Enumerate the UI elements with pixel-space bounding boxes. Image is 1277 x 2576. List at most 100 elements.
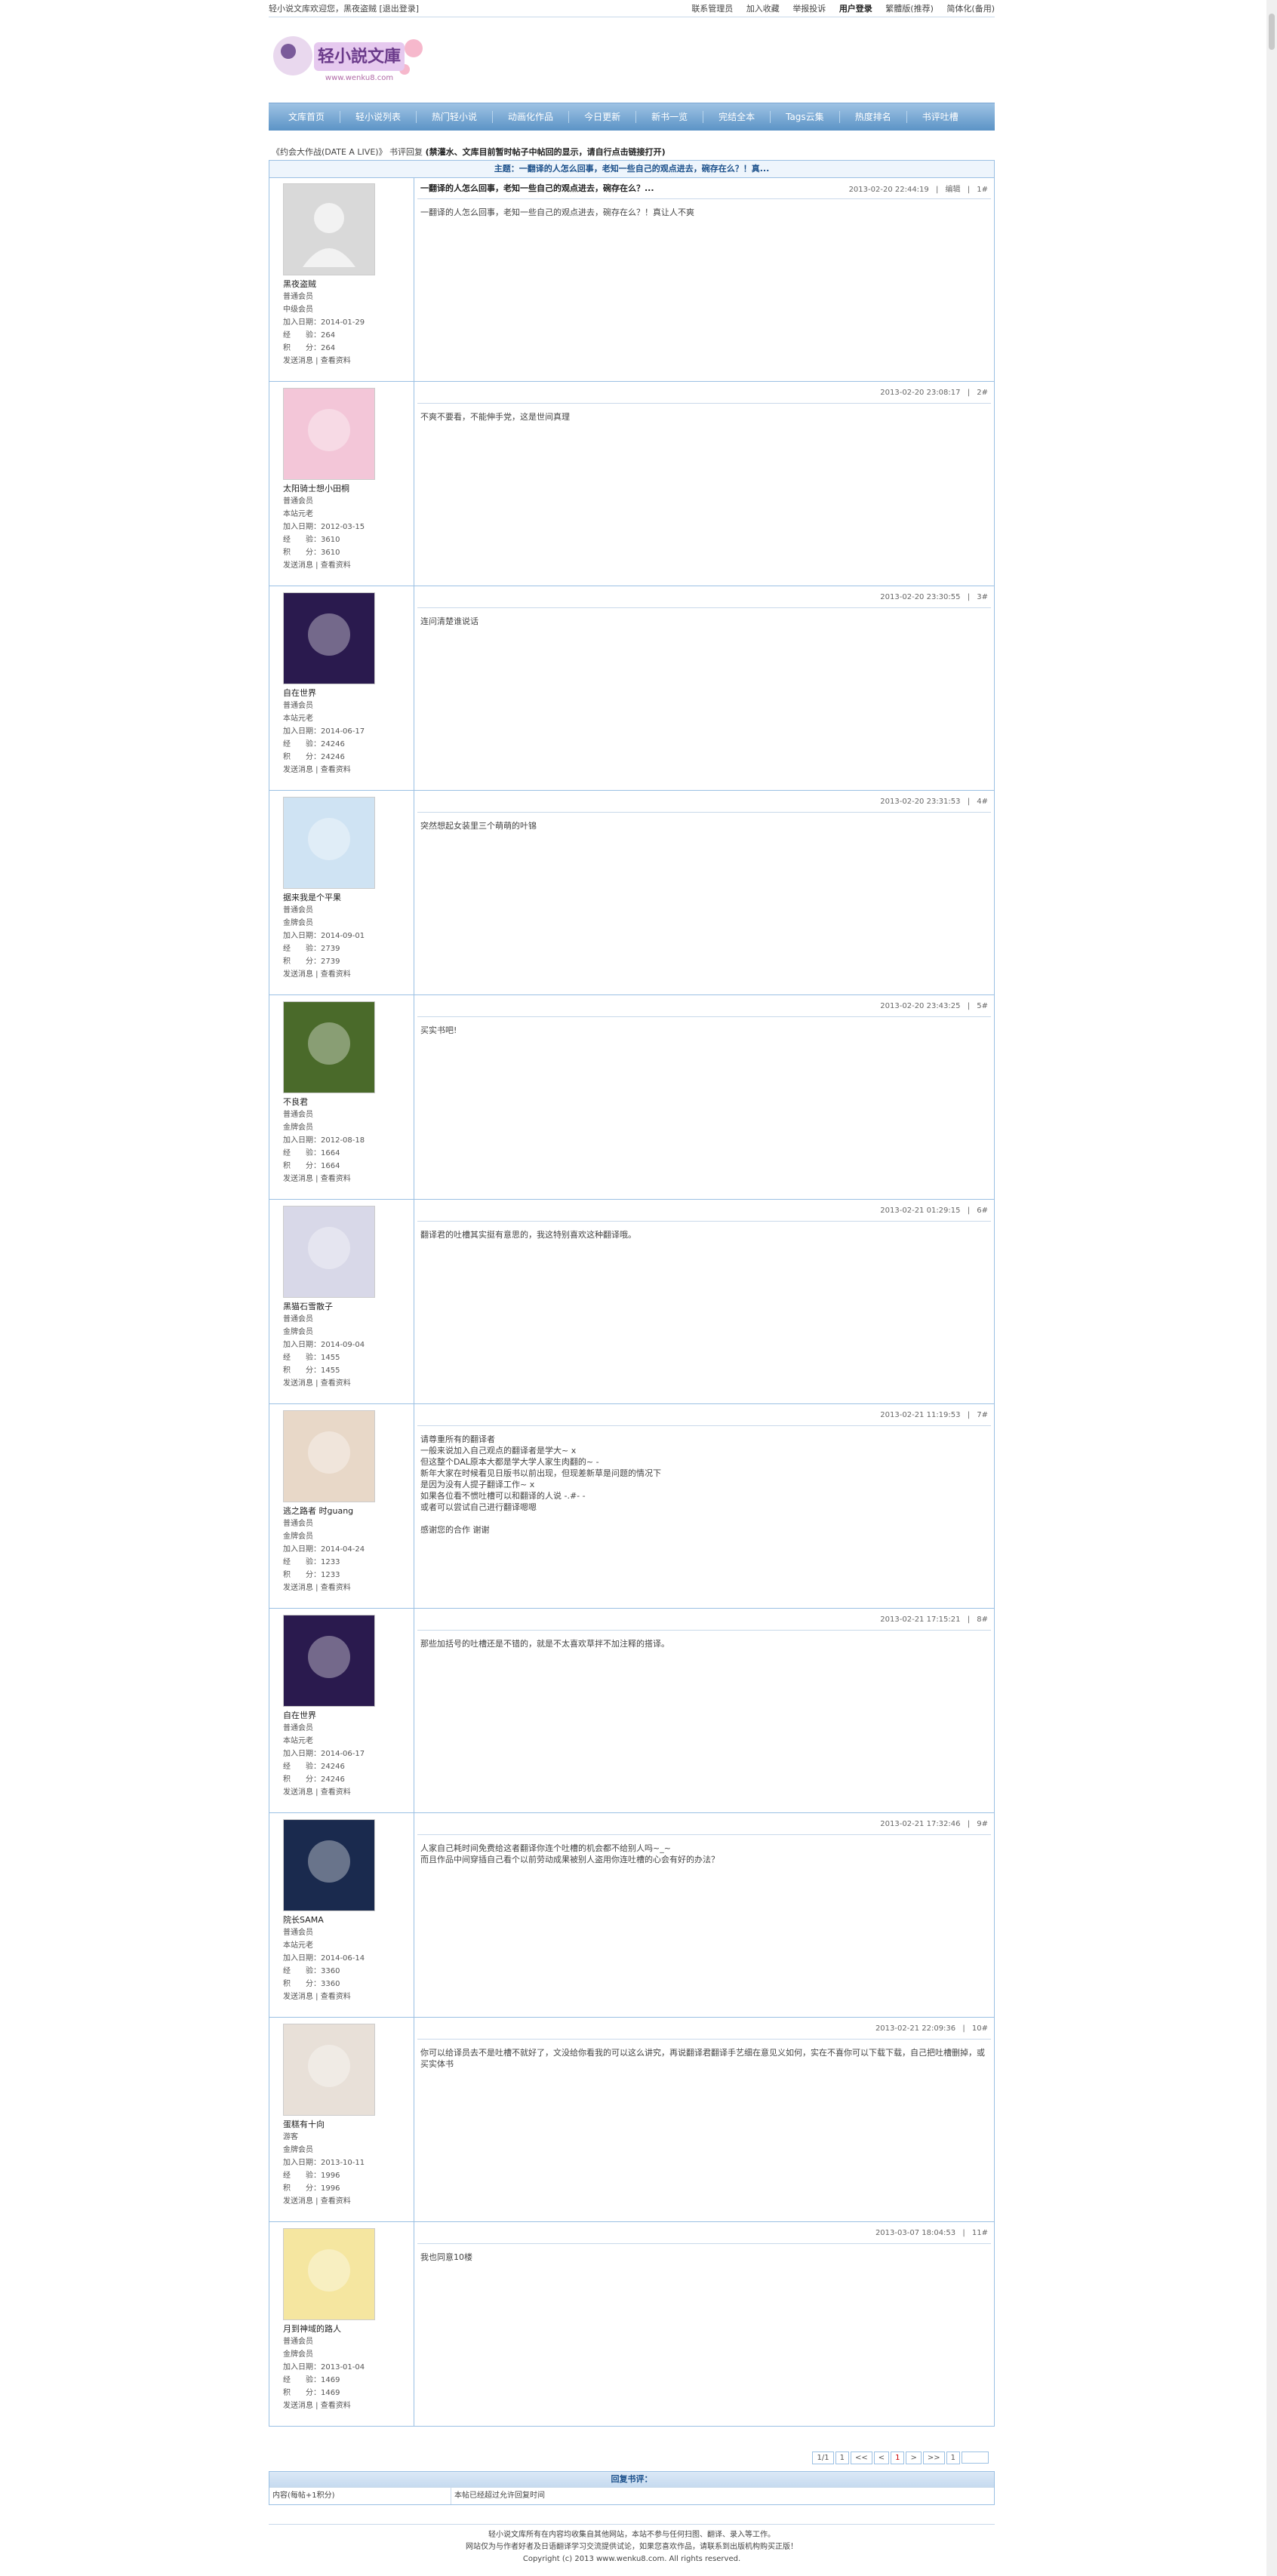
author-points: 积 分：1996 (283, 2182, 414, 2195)
author-name[interactable]: 自在世界 (283, 687, 414, 699)
author-level: 中级会员 (283, 306, 313, 314)
author-name[interactable]: 月到神域的路人 (283, 2323, 414, 2335)
joined-label: 加入日期： (283, 1545, 321, 1554)
author-name[interactable]: 黑猫石雪散子 (283, 1301, 414, 1313)
view-profile-link[interactable]: 查看资料 (321, 357, 351, 365)
view-profile-link[interactable]: 查看资料 (321, 1379, 351, 1388)
send-message-link[interactable]: 发送消息 (283, 1379, 313, 1388)
nav-complete[interactable]: 完结全本 (703, 111, 771, 123)
pager-item[interactable]: << (850, 2452, 872, 2464)
avatar[interactable] (283, 592, 375, 684)
link-traditional[interactable]: 繁體版(推荐) (885, 4, 934, 14)
joined-label: 加入日期： (283, 1954, 321, 1963)
scrollbar-thumb[interactable] (1269, 14, 1275, 50)
nav-tags[interactable]: Tags云集 (771, 111, 840, 123)
author-group: 普通会员 (283, 2338, 313, 2346)
author-joined: 加入日期：2014-01-29 (283, 316, 414, 329)
view-profile-link[interactable]: 查看资料 (321, 970, 351, 979)
author-exp: 经 验：24246 (283, 1760, 414, 1773)
author-name[interactable]: 据来我是个平果 (283, 892, 414, 904)
post: 太阳骑士想小田桐 普通会员 本站元老 加入日期：2012-03-15 经 验：3610 积… (269, 382, 995, 586)
send-message-link[interactable]: 发送消息 (283, 2197, 313, 2206)
author-exp: 经 验：264 (283, 329, 414, 342)
page-jump-input[interactable] (962, 2452, 989, 2464)
send-message-link[interactable]: 发送消息 (283, 970, 313, 979)
floor-number: 5# (977, 1001, 988, 1010)
avatar[interactable] (283, 1819, 375, 1911)
nav-home[interactable]: 文库首页 (273, 111, 341, 123)
pager-item[interactable]: < (873, 2452, 890, 2464)
author-name[interactable]: 不良君 (283, 1096, 414, 1108)
nav-today[interactable]: 今日更新 (569, 111, 637, 123)
author-group: 普通会员 (283, 1520, 313, 1528)
author-name[interactable]: 太阳骑士想小田桐 (283, 483, 414, 495)
points-value: 3610 (321, 549, 340, 557)
author-name[interactable]: 院长SAMA (283, 1914, 414, 1926)
avatar[interactable] (283, 1615, 375, 1707)
exp-value: 264 (321, 331, 336, 340)
breadcrumb-path[interactable]: 《约会大作战(DATE A LIVE)》 书评回复 (272, 147, 423, 157)
avatar[interactable] (283, 183, 375, 275)
nav-hot[interactable]: 热门轻小说 (417, 111, 494, 123)
pager-item[interactable]: 1 (891, 2452, 905, 2464)
post-meta: 2013-02-20 23:43:25 | 5# (417, 995, 991, 1017)
site-logo[interactable]: 轻小説文庫 www.wenku8.com (270, 26, 429, 94)
link-favorite[interactable]: 加入收藏 (746, 4, 780, 14)
nav-novel-list[interactable]: 轻小说列表 (340, 111, 417, 123)
exp-value: 1233 (321, 1558, 340, 1566)
points-label: 积 分： (283, 1366, 321, 1375)
nav-reviews[interactable]: 书评吐槽 (907, 111, 974, 123)
send-message-link[interactable]: 发送消息 (283, 766, 313, 774)
author-points: 积 分：2739 (283, 955, 414, 968)
avatar[interactable] (283, 1206, 375, 1298)
scrollbar[interactable] (1266, 0, 1277, 2576)
author-exp: 经 验：1664 (283, 1147, 414, 1160)
nav-new[interactable]: 新书一览 (636, 111, 704, 123)
post-body: 2013-02-20 23:43:25 | 5# 买实书吧! (414, 995, 994, 1199)
pager-item[interactable]: >> (922, 2452, 945, 2464)
avatar[interactable] (283, 1410, 375, 1502)
topic-title: 主题：一翻译的人怎么回事，老知一些自己的观点进去，碗存在么？！真... (269, 160, 995, 178)
nav-rank[interactable]: 热度排名 (840, 111, 907, 123)
pager-item[interactable]: > (906, 2452, 922, 2464)
pager-item[interactable]: 1 (946, 2452, 960, 2464)
view-profile-link[interactable]: 查看资料 (321, 1993, 351, 2001)
author-name[interactable]: 逃之路者 时guang (283, 1505, 414, 1517)
edit-link[interactable]: 编辑 (946, 186, 961, 194)
author-name[interactable]: 蛋糕有十向 (283, 2119, 414, 2131)
send-message-link[interactable]: 发送消息 (283, 1175, 313, 1183)
post-author: 黑猫石雪散子 普通会员 金牌会员 加入日期：2014-09-04 经 验：1455 积 分… (269, 1200, 414, 1403)
send-message-link[interactable]: 发送消息 (283, 1584, 313, 1592)
nav-anime[interactable]: 动画化作品 (493, 111, 570, 123)
author-name[interactable]: 自在世界 (283, 1710, 414, 1722)
send-message-link[interactable]: 发送消息 (283, 1788, 313, 1797)
view-profile-link[interactable]: 查看资料 (321, 766, 351, 774)
send-message-link[interactable]: 发送消息 (283, 1993, 313, 2001)
link-report[interactable]: 举报投诉 (792, 4, 826, 14)
author-links: 发送消息 | 查看资料 (283, 357, 351, 365)
view-profile-link[interactable]: 查看资料 (321, 561, 351, 570)
avatar[interactable] (283, 2024, 375, 2116)
view-profile-link[interactable]: 查看资料 (321, 1175, 351, 1183)
view-profile-link[interactable]: 查看资料 (321, 1788, 351, 1797)
post-meta: 2013-02-20 23:08:17 | 2# (417, 382, 991, 404)
post-meta: 一翻译的人怎么回事，老知一些自己的观点进去，碗存在么？... 2013-02-20… (417, 177, 991, 199)
svg-text:www.wenku8.com: www.wenku8.com (325, 74, 393, 82)
pager-item[interactable]: 1 (835, 2452, 849, 2464)
author-points: 积 分：1664 (283, 1160, 414, 1173)
avatar[interactable] (283, 1001, 375, 1093)
link-login[interactable]: 用户登录 (839, 4, 872, 14)
view-profile-link[interactable]: 查看资料 (321, 2197, 351, 2206)
avatar[interactable] (283, 2228, 375, 2320)
view-profile-link[interactable]: 查看资料 (321, 2402, 351, 2410)
link-contact[interactable]: 联系管理员 (691, 4, 733, 14)
send-message-link[interactable]: 发送消息 (283, 561, 313, 570)
author-name[interactable]: 黑夜盗贼 (283, 278, 414, 290)
avatar[interactable] (283, 388, 375, 480)
link-simplified[interactable]: 简体化(备用) (946, 4, 995, 14)
post-time: 2013-02-20 22:44:19 (848, 185, 929, 194)
view-profile-link[interactable]: 查看资料 (321, 1584, 351, 1592)
avatar[interactable] (283, 797, 375, 889)
send-message-link[interactable]: 发送消息 (283, 357, 313, 365)
send-message-link[interactable]: 发送消息 (283, 2402, 313, 2410)
